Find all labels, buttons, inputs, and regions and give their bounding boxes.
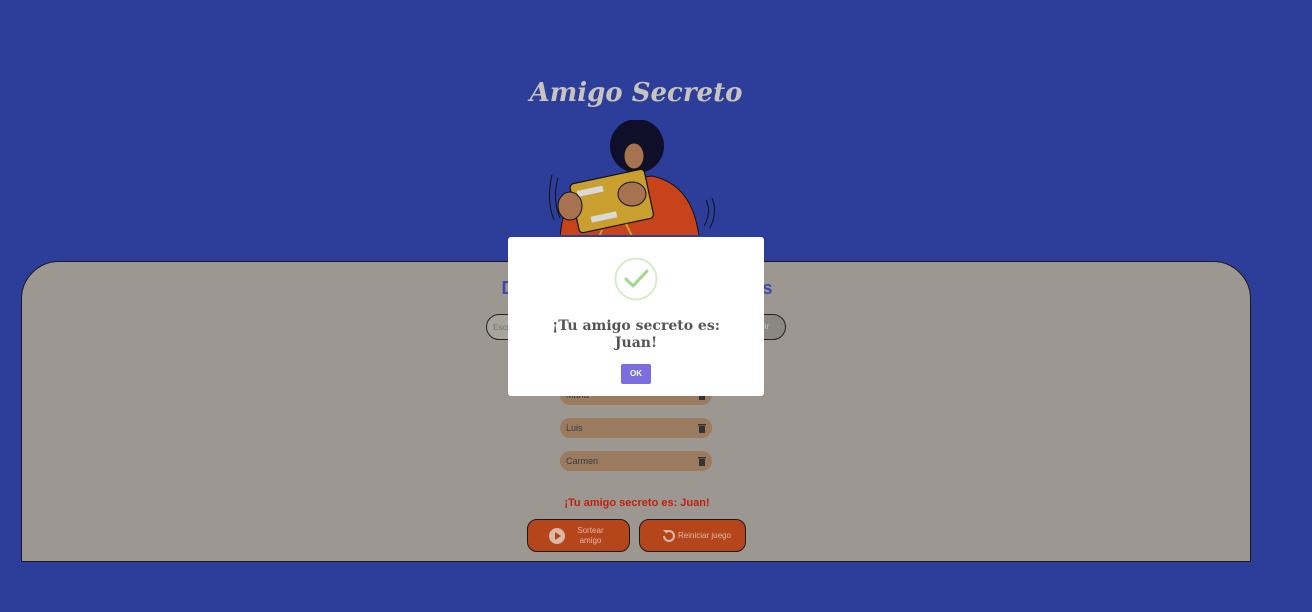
ok-button[interactable]: OK (621, 364, 651, 384)
list-item: Carmen (560, 451, 712, 471)
result-text: ¡Tu amigo secreto es: Juan! (564, 497, 710, 509)
list-item: Luis (560, 418, 712, 438)
modal-message-line1: ¡Tu amigo secreto es: (552, 318, 720, 334)
friend-name: Carmen (566, 456, 599, 466)
hero-illustration (540, 120, 730, 240)
reset-game-button[interactable]: Reiniciar juego (639, 519, 746, 552)
play-icon (549, 527, 565, 544)
draw-button-label: Sortear amigo (577, 525, 604, 545)
draw-friend-button[interactable]: Sortear amigo (527, 519, 630, 552)
result-modal: ¡Tu amigo secreto es: Juan! OK (508, 237, 764, 396)
check-icon (614, 257, 658, 301)
reset-icon (663, 529, 675, 542)
trash-icon[interactable] (698, 456, 706, 466)
friend-name: Luis (566, 423, 583, 433)
page-title: Amigo Secreto (529, 78, 743, 108)
friend-list: Maria Luis Carmen (560, 385, 712, 484)
reset-button-label: Reiniciar juego (678, 530, 731, 540)
trash-icon[interactable] (698, 423, 706, 433)
modal-message-line2: Juan! (614, 335, 658, 351)
modal-message: ¡Tu amigo secreto es: Juan! (508, 318, 764, 352)
